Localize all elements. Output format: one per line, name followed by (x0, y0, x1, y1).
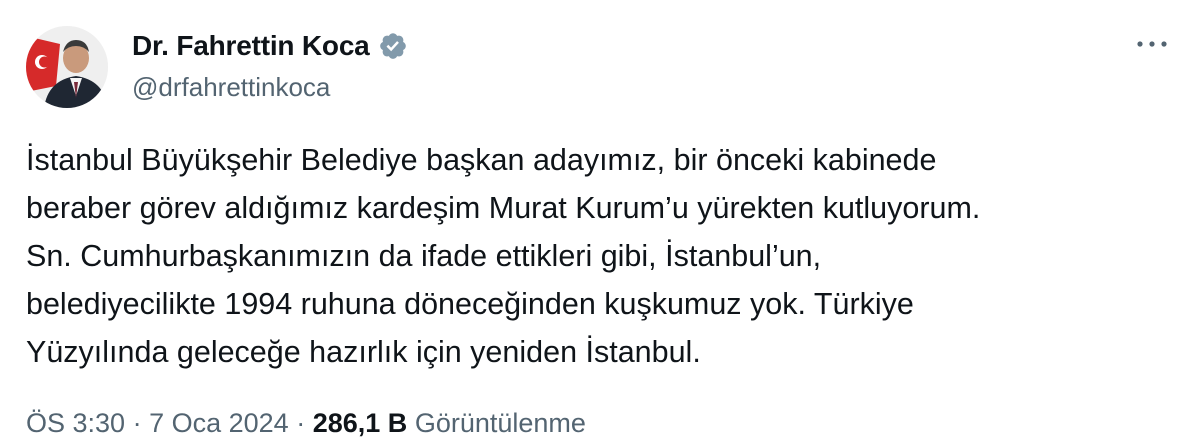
views-label: Görüntülenme (414, 408, 586, 438)
tweet-text-line: belediyecilikte 1994 ruhuna döneceğinden… (26, 287, 914, 321)
avatar[interactable] (26, 26, 108, 108)
author-display-name[interactable]: Dr. Fahrettin Koca (132, 30, 370, 62)
views-count[interactable]: 286,1 B (313, 408, 408, 438)
tweet-text: İstanbul Büyükşehir Belediye başkan aday… (26, 136, 1166, 376)
tweet-meta: ÖS 3:30 · 7 Oca 2024 · 286,1 B Görüntüle… (26, 408, 586, 439)
meta-separator: · (132, 408, 142, 438)
author-name-row: Dr. Fahrettin Koca (132, 26, 408, 66)
tweet-text-line: İstanbul Büyükşehir Belediye başkan aday… (26, 143, 937, 177)
tweet-card: Dr. Fahrettin Koca @drfahrettinkoca İsta… (0, 0, 1200, 439)
tweet-text-line: Sn. Cumhurbaşkanımızın da ifade ettikler… (26, 239, 822, 273)
tweet-time[interactable]: ÖS 3:30 (26, 408, 125, 438)
verified-badge-icon[interactable] (378, 31, 408, 61)
tweet-text-line: beraber görev aldığımız kardeşim Murat K… (26, 191, 981, 225)
avatar-portrait-icon (26, 26, 108, 108)
tweet-date[interactable]: 7 Oca 2024 (149, 408, 289, 438)
more-options-icon[interactable] (1134, 34, 1170, 54)
author-handle[interactable]: @drfahrettinkoca (132, 72, 408, 103)
meta-separator: · (296, 408, 306, 438)
author-block: Dr. Fahrettin Koca @drfahrettinkoca (132, 26, 408, 103)
tweet-text-line: Yüzyılında geleceğe hazırlık için yenide… (26, 335, 701, 369)
